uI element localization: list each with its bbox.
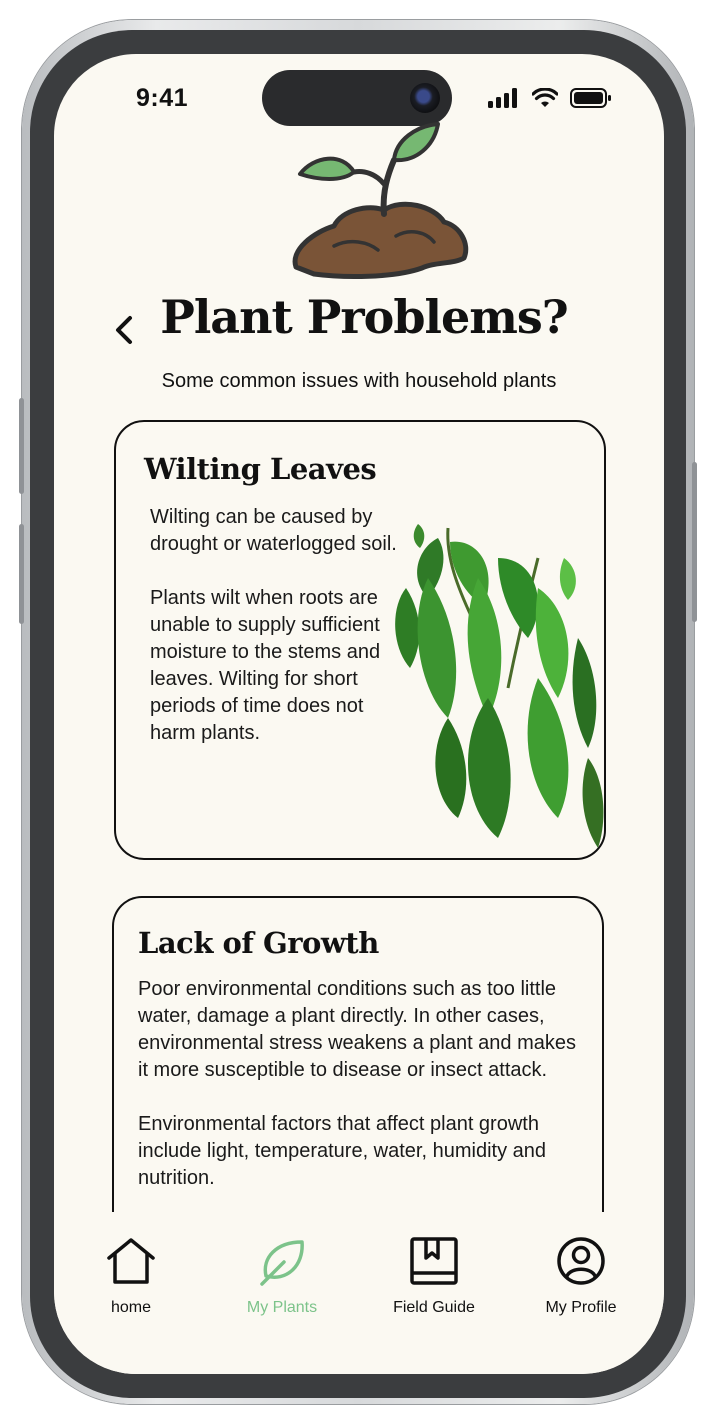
status-time: 9:41 <box>136 84 189 112</box>
nav-label-my-plants: My Plants <box>246 1299 318 1316</box>
dynamic-island <box>262 70 452 126</box>
power-button <box>692 462 697 622</box>
nav-label-home: home <box>110 1299 152 1316</box>
card-body: Wilting can be caused by drought or wate… <box>150 506 397 744</box>
book-icon <box>410 1237 458 1285</box>
bottom-nav: home My Plants Field Guide My Profile <box>54 1212 664 1374</box>
card-title: Wilting Leaves <box>144 452 377 486</box>
card-title: Lack of Growth <box>138 926 379 960</box>
camera-icon <box>410 83 440 113</box>
profile-icon <box>557 1237 605 1285</box>
battery-icon <box>570 88 611 108</box>
app-screen: 9:41 Plant Problems? Some common issues … <box>54 54 664 1374</box>
nav-label-my-profile: My Profile <box>545 1299 617 1316</box>
nav-item-home[interactable]: home <box>71 1236 191 1317</box>
problem-card-wilting[interactable]: Wilting Leaves Wilting can be caused by … <box>114 420 606 860</box>
sprout-illustration <box>292 122 469 279</box>
leaf-icon <box>260 1240 304 1286</box>
card-body: Poor environmental conditions such as to… <box>138 978 577 1189</box>
nav-item-my-plants[interactable]: My Plants <box>222 1236 342 1317</box>
wilting-plant-image <box>395 524 604 848</box>
page-title: Plant Problems? <box>160 290 569 344</box>
status-icons <box>488 88 612 108</box>
nav-label-field-guide: Field Guide <box>393 1299 475 1316</box>
signal-icon <box>488 88 517 108</box>
volume-down-button <box>19 524 24 624</box>
volume-up-button <box>19 398 24 494</box>
nav-item-my-profile[interactable]: My Profile <box>521 1236 641 1317</box>
home-icon <box>107 1238 155 1284</box>
nav-item-field-guide[interactable]: Field Guide <box>374 1236 494 1317</box>
page-subtitle: Some common issues with household plants <box>161 370 557 392</box>
wifi-icon <box>532 88 558 107</box>
